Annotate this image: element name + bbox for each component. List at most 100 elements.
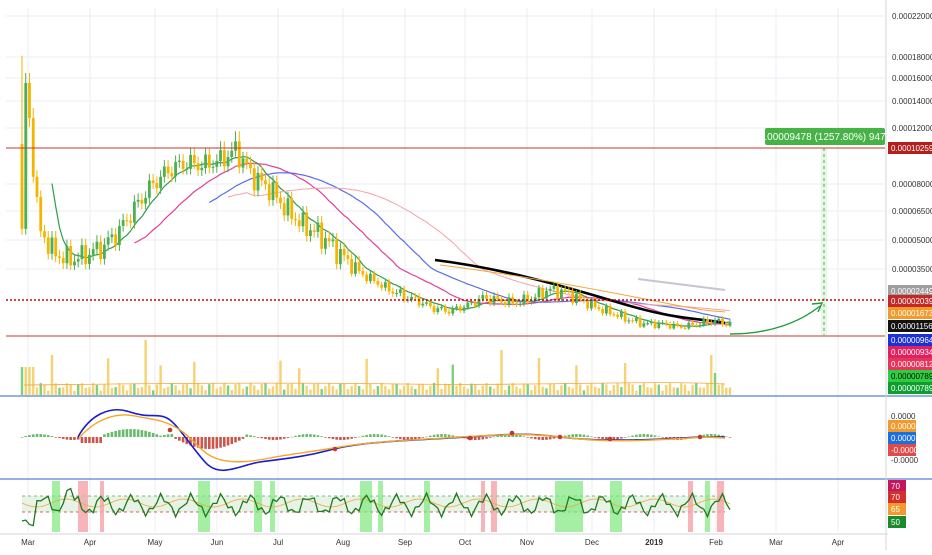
volume-bar [414,389,417,395]
candle-body [219,150,222,161]
volume-bar [638,385,642,395]
volume-bar [58,387,61,395]
candle-body [657,322,661,328]
macd-histogram-bar [316,435,320,437]
macd-cross-marker [467,435,473,441]
chart-svg: 0.00009478 (1257.80%) 9478 0.00022000 0.0… [0,0,932,550]
volume-bar [725,387,728,395]
candle-body [24,82,28,229]
volume-bar [24,367,27,395]
volume-bar [511,383,514,395]
candle-body [103,244,106,259]
volume-bar [305,385,308,395]
candle-body [455,306,458,309]
candle-body [496,296,500,300]
candle-body [526,294,530,303]
candle-body [331,239,335,242]
volume-bar [159,365,162,395]
price-label-text: 0.00001156 [891,322,932,331]
candle-body [383,282,387,288]
candle-body [121,220,125,226]
candle-body [192,154,196,164]
macd-histogram-bar [69,437,72,440]
volume-bar [623,362,627,395]
volume-bar [219,386,222,395]
price-tick-label: 0.00003500 [892,265,932,274]
macd-histogram-bar [24,435,28,437]
candle-body [136,199,140,202]
volume-bar [106,358,110,395]
candle-body [43,231,46,238]
volume-bar [290,383,293,395]
candle-body [691,322,694,325]
volume-bar [316,383,320,395]
volume-bar [376,385,380,395]
price-tick-label: 0.00006500 [892,207,932,216]
volume-bar [99,390,102,395]
candle-body [447,311,451,314]
candle-body [372,273,376,282]
candle-body [196,163,200,171]
volume-bar [275,383,278,395]
candle-body [721,318,724,325]
macd-histogram-bar [530,437,533,439]
volume-bar [429,385,432,395]
candle-body [451,308,455,314]
candle-body [709,322,713,324]
macd-histogram-bar [575,434,578,437]
rsi-tick-label: 65 [891,505,900,514]
candle-body [151,180,155,184]
candle-body [286,198,290,216]
macd-histogram-bar [372,434,376,437]
candle-body [350,258,354,274]
candle-body [207,154,211,168]
macd-histogram-bar [432,434,436,437]
macd-histogram-bar [380,434,383,437]
volume-bar [312,383,316,395]
macd-histogram-bar [166,434,170,437]
macd-histogram-bar [80,437,84,443]
macd-histogram-bar [140,430,144,437]
volume-bar [642,383,646,395]
volume-bar [459,383,462,395]
volume-bar [474,384,477,395]
candle-body [91,249,95,255]
volume-bar [91,383,95,395]
price-label-text: 0.00000812 [891,360,932,369]
candle-body [515,303,518,305]
volume-bar [695,383,698,395]
volume-bar [653,383,657,395]
macd-histogram-bar [163,434,166,437]
candle-body [132,201,136,223]
macd-histogram-bar [297,434,301,437]
candle-body [320,222,324,249]
volume-bar [672,387,676,395]
volume-bar [84,387,87,395]
macd-histogram-bar [65,437,69,440]
volume-bar [28,367,31,395]
rsi-highlight-overbought [78,481,88,532]
candle-body [106,237,110,245]
volume-bar [691,384,694,395]
macd-histogram-bar [271,437,275,440]
candle-body [395,292,399,294]
price-label-text: 0.00000789 [891,372,932,381]
volume-bar [455,385,458,395]
macd-histogram-bar [417,437,421,439]
candle-body [413,296,417,298]
volume-bar [444,383,447,395]
volume-bar [526,384,529,395]
candle-body [391,291,395,294]
candle-body [436,308,440,313]
macd-histogram-bar [106,433,110,437]
volume-bar [331,385,335,395]
candle-body [73,261,76,266]
candle-body [679,326,683,328]
rsi-tick-label: 50 [891,518,900,527]
candle-body [616,314,620,317]
macd-histogram-bar [170,434,174,437]
time-tick-label: Apr [84,538,97,547]
candle-body [560,289,563,299]
macd-histogram-bar [567,434,571,437]
volume-bar [432,383,436,395]
